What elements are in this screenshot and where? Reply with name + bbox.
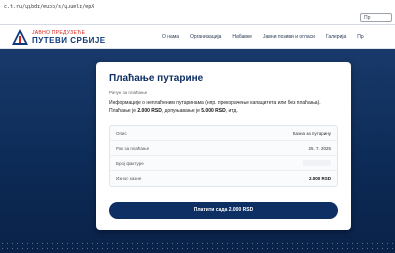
amount-highlight: 2.000 RSD [137,108,162,114]
payment-details-table: Опис Казна за путарину Рок за плаћање 25… [109,125,338,187]
detail-label: Рок за плаћање [116,146,150,151]
nav-link-gallery[interactable]: Галерија [326,34,346,40]
pay-button-label: Платити сада 2.000 RSD [193,207,254,213]
logo-icon[interactable] [11,28,29,46]
nav-link-organization[interactable]: Организација [190,34,221,40]
page-title: Плаћање путарине [109,73,204,84]
detail-value: 25. 7. 2025 [308,146,331,151]
detail-value: Казна за путарину [292,131,331,136]
nav-link-procurement[interactable]: Набавке [232,34,252,40]
detail-label: Износ казне [116,176,142,181]
site-header: ЈАВНО ПРЕДУЗЕЋЕ ПУТЕВИ СРБИЈЕ О нама Орг… [0,25,395,49]
detail-row-description: Опис Казна за путарину [110,126,337,141]
detail-row-due-date: Рок за плаћање 25. 7. 2025 [110,141,337,156]
url-text: c.t.ru/ɥʇbdɪ/ɐuɔɔ/s/ɥɹuɐlɪ/ɐpʎ [4,4,95,10]
nav-link-more[interactable]: Пр [357,34,363,40]
pay-now-button[interactable]: Платити сада 2.000 RSD [109,202,338,219]
nav-link-public-calls[interactable]: Јавни позиви и огласи [263,34,315,40]
nav-link-about[interactable]: О нама [162,34,179,40]
payment-card: Плаћање путарине Рачун за плаћање Информ… [96,62,351,230]
detail-row-invoice-number: Број фактуре [110,156,337,171]
decorative-pattern [0,241,395,253]
detail-label: Опис [116,131,127,136]
site-search-input[interactable]: Пр [360,13,392,22]
detail-value-amount: 2.000 RSD [308,176,331,181]
detail-row-amount: Износ казне 2.000 RSD [110,171,337,186]
browser-address-bar[interactable]: c.t.ru/ɥʇbdɪ/ɐuɔɔ/s/ɥɹuɐlɪ/ɐpʎ Пр [0,0,395,25]
amount-highlight: 5.000 RSD [201,108,226,114]
detail-value-redacted [303,160,331,166]
main-nav: О нама Организација Набавке Јавни позиви… [162,34,364,40]
search-label: Пр [364,15,371,21]
logo-title[interactable]: ПУТЕВИ СРБИЈЕ [32,36,106,45]
payment-description: Информације о неплаћеним путаринама (нпр… [109,100,321,114]
card-subtitle: Рачун за плаћање [109,90,148,95]
detail-label: Број фактуре [116,161,144,166]
